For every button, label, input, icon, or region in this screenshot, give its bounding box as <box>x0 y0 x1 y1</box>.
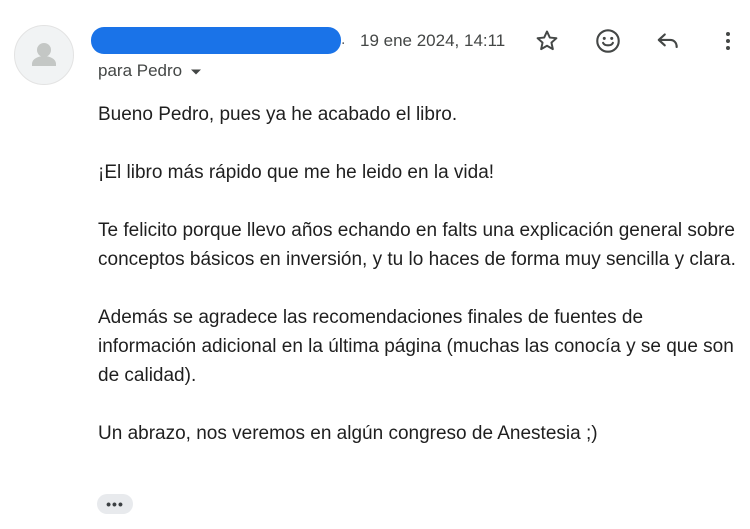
sender-name-redacted[interactable] <box>91 27 341 54</box>
star-outline-icon <box>536 30 558 51</box>
star-button[interactable] <box>532 26 562 56</box>
add-reaction-button[interactable] <box>593 26 623 56</box>
message-paragraph: Bueno Pedro, pues ya he acabado el libro… <box>98 104 458 125</box>
chevron-down-icon <box>190 61 202 81</box>
reply-button[interactable] <box>653 26 683 56</box>
message-paragraph: Un abrazo, nos veremos en algún congreso… <box>98 423 598 444</box>
message-paragraph: ¡El libro más rápido que me he leido en … <box>98 162 495 183</box>
message-body: Bueno Pedro, pues ya he acabado el libro… <box>98 100 746 477</box>
person-icon <box>32 43 56 66</box>
message-paragraph: Además se agradece las recomendaciones f… <box>98 307 734 386</box>
recipient-label: para Pedro <box>98 61 183 80</box>
sender-avatar[interactable] <box>14 25 74 85</box>
emoji-smile-icon <box>596 29 620 53</box>
message-date: 19 ene 2024, 14:11 <box>360 31 506 50</box>
more-options-button[interactable] <box>713 26 743 56</box>
sender-separator: . <box>341 31 346 48</box>
message-paragraph: Te felicito porque llevo años echando en… <box>98 220 736 270</box>
reply-icon <box>657 33 678 49</box>
more-vert-icon <box>726 32 730 50</box>
show-trimmed-content-button[interactable]: ••• <box>97 494 133 514</box>
recipient-details-toggle[interactable]: para Pedro <box>98 61 202 81</box>
